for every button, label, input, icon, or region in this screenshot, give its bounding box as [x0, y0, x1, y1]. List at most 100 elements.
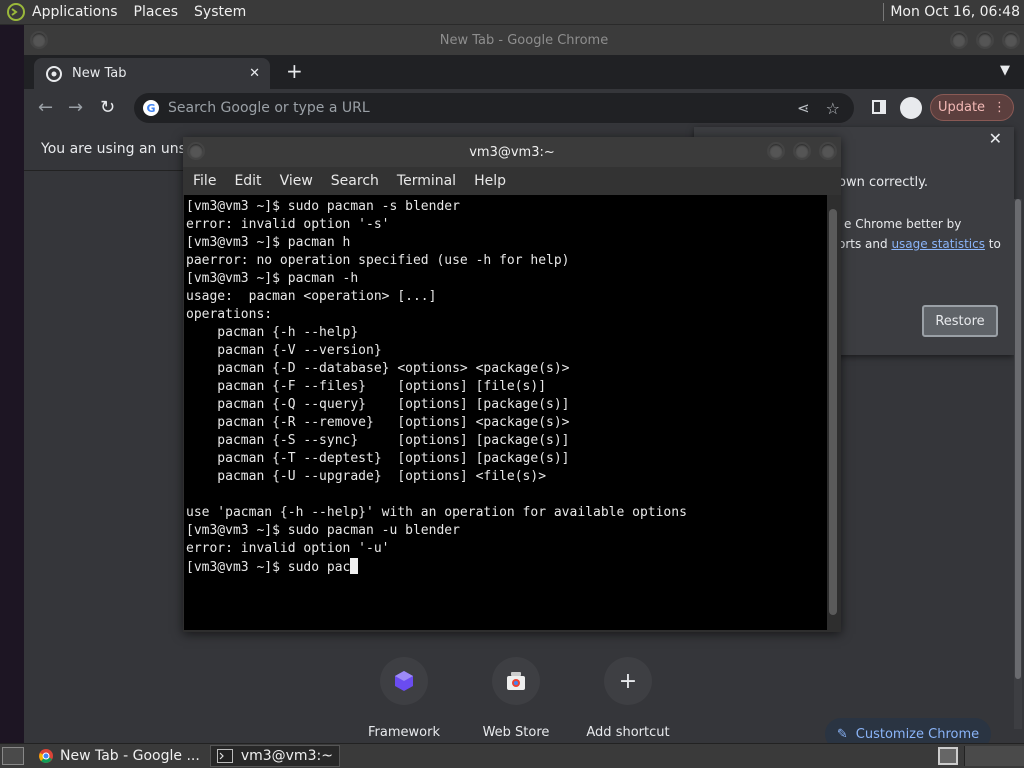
- bookmark-star-icon[interactable]: ☆: [826, 99, 840, 118]
- show-desktop-button[interactable]: [2, 747, 24, 765]
- minimize-button[interactable]: [950, 31, 968, 49]
- applications-menu[interactable]: Applications: [32, 4, 118, 20]
- terminal-minimize-button[interactable]: [767, 142, 785, 160]
- terminal-line: pacman {-R --remove} [options] <package(…: [186, 415, 570, 430]
- desktop-background: [0, 25, 24, 743]
- taskbar-item-chrome[interactable]: New Tab - Google ...: [32, 745, 206, 767]
- update-label: Update: [937, 100, 986, 115]
- terminal-maximize-button[interactable]: [793, 142, 811, 160]
- terminal-menu-help[interactable]: Help: [474, 173, 506, 189]
- top-panel: Applications Places System Mon Oct 16, 0…: [0, 0, 1024, 25]
- infobar-message: You are using an unsup: [41, 141, 204, 157]
- chrome-titlebar[interactable]: New Tab - Google Chrome: [24, 25, 1024, 55]
- window-controls: [950, 31, 1020, 49]
- dialog-text-line2: e Chrome better by: [844, 217, 962, 231]
- shortcut-framework[interactable]: Framework: [354, 657, 454, 740]
- webstore-icon: [492, 657, 540, 705]
- chrome-window-title: New Tab - Google Chrome: [439, 32, 609, 48]
- bottom-taskbar: New Tab - Google ... vm3@vm3:~: [0, 743, 1024, 768]
- dialog-text-line1: own correctly.: [838, 175, 929, 190]
- shortcut-label: Framework: [368, 725, 440, 740]
- terminal-scrollbar-thumb[interactable]: [829, 209, 837, 615]
- shortcut-add[interactable]: + Add shortcut: [578, 657, 678, 740]
- places-menu[interactable]: Places: [134, 4, 179, 20]
- terminal-line: use 'pacman {-h --help}' with an operati…: [186, 505, 687, 520]
- taskbar-item-terminal[interactable]: vm3@vm3:~: [209, 745, 340, 767]
- terminal-menu-file[interactable]: File: [193, 173, 216, 189]
- terminal-line: operations:: [186, 307, 273, 322]
- workspace-area[interactable]: [964, 746, 1024, 766]
- taskbar-item-label: New Tab - Google ...: [60, 748, 200, 764]
- terminal-line: pacman {-U --upgrade} [options] <file(s)…: [186, 469, 547, 484]
- tab-search-chevron-icon[interactable]: ▼: [1000, 63, 1010, 78]
- google-g-icon: G: [143, 100, 159, 116]
- dialog-text-line3: orts and usage statistics to: [838, 237, 1001, 251]
- terminal-window-title: vm3@vm3:~: [469, 144, 555, 160]
- terminal-line: pacman {-Q --query} [options] [package(s…: [186, 397, 570, 412]
- terminal-titlebar[interactable]: vm3@vm3:~: [183, 137, 841, 167]
- share-icon[interactable]: ⋖: [797, 99, 810, 117]
- toolbar: ← → ↻ G Search Google or type a URL ⋖ ☆ …: [24, 89, 1024, 127]
- system-menu[interactable]: System: [194, 4, 246, 20]
- tab-new-tab[interactable]: New Tab ✕: [34, 58, 270, 89]
- chrome-icon: [39, 749, 53, 763]
- tab-close-icon[interactable]: ✕: [249, 66, 260, 81]
- terminal-line: error: invalid option '-u': [186, 541, 390, 556]
- pencil-icon: ✎: [836, 726, 848, 742]
- terminal-close-button[interactable]: [819, 142, 837, 160]
- page-scrollbar-thumb[interactable]: [1015, 199, 1021, 679]
- tab-strip: New Tab ✕ + ▼: [24, 55, 1024, 89]
- terminal-line: pacman {-D --database} <options> <packag…: [186, 361, 570, 376]
- terminal-line: [vm3@vm3 ~]$ sudo pacman -s blender: [186, 199, 460, 214]
- shortcut-web-store[interactable]: Web Store: [466, 657, 566, 740]
- chrome-icon: [46, 65, 62, 82]
- forward-arrow-icon[interactable]: →: [68, 97, 83, 118]
- update-button[interactable]: Update ⋮: [930, 94, 1014, 121]
- profile-avatar-icon[interactable]: [900, 97, 922, 119]
- customize-label: Customize Chrome: [855, 726, 980, 742]
- back-arrow-icon[interactable]: ←: [38, 97, 53, 118]
- terminal-output[interactable]: [vm3@vm3 ~]$ sudo pacman -s blender erro…: [184, 195, 827, 630]
- new-tab-plus-icon[interactable]: +: [286, 59, 303, 83]
- terminal-current-input: [vm3@vm3 ~]$ sudo pac: [186, 560, 351, 575]
- side-panel-icon[interactable]: [872, 100, 886, 114]
- terminal-line: [vm3@vm3 ~]$ pacman h: [186, 235, 351, 250]
- shortcut-label: Add shortcut: [586, 725, 670, 740]
- usage-statistics-link[interactable]: usage statistics: [891, 237, 985, 251]
- terminal-menu-terminal[interactable]: Terminal: [397, 173, 456, 189]
- omnibox[interactable]: G Search Google or type a URL ⋖ ☆: [134, 93, 854, 123]
- terminal-line: pacman {-h --help}: [186, 325, 359, 340]
- terminal-icon: [216, 749, 233, 763]
- terminal-line: [vm3@vm3 ~]$ sudo pacman -u blender: [186, 523, 460, 538]
- taskbar-item-label: vm3@vm3:~: [240, 748, 333, 764]
- workspace-switcher-icon[interactable]: [938, 747, 958, 765]
- dialog-text-prefix: orts and: [838, 237, 892, 251]
- dialog-close-icon[interactable]: ✕: [989, 129, 1002, 148]
- close-button[interactable]: [1002, 31, 1020, 49]
- terminal-line: usage: pacman <operation> [...]: [186, 289, 437, 304]
- terminal-line: pacman {-F --files} [options] [file(s)]: [186, 379, 547, 394]
- terminal-scrollbar[interactable]: [827, 195, 839, 630]
- maximize-button[interactable]: [976, 31, 994, 49]
- terminal-window-menu-button[interactable]: [187, 142, 205, 160]
- svg-text:G: G: [146, 102, 155, 115]
- page-scrollbar[interactable]: [1014, 199, 1022, 729]
- reload-icon[interactable]: ↻: [100, 97, 115, 118]
- restore-button[interactable]: Restore: [922, 305, 998, 337]
- terminal-line: pacman {-V --version}: [186, 343, 382, 358]
- plus-icon: +: [604, 657, 652, 705]
- omnibox-placeholder: Search Google or type a URL: [168, 100, 370, 116]
- terminal-line: pacman {-S --sync} [options] [package(s)…: [186, 433, 570, 448]
- window-menu-button[interactable]: [30, 31, 48, 49]
- shortcut-label: Web Store: [482, 725, 550, 740]
- terminal-menu-view[interactable]: View: [280, 173, 313, 189]
- terminal-window: vm3@vm3:~ File Edit View Search Terminal…: [183, 137, 841, 632]
- distro-logo-icon[interactable]: [6, 2, 26, 22]
- clock[interactable]: Mon Oct 16, 06:48: [890, 4, 1020, 20]
- terminal-menubar: File Edit View Search Terminal Help: [183, 167, 841, 195]
- terminal-menu-edit[interactable]: Edit: [234, 173, 261, 189]
- terminal-menu-search[interactable]: Search: [331, 173, 379, 189]
- panel-separator: [883, 3, 885, 21]
- terminal-prompt-line[interactable]: [vm3@vm3 ~]$ sudo pac: [186, 558, 827, 576]
- terminal-line: paerror: no operation specified (use -h …: [186, 253, 570, 268]
